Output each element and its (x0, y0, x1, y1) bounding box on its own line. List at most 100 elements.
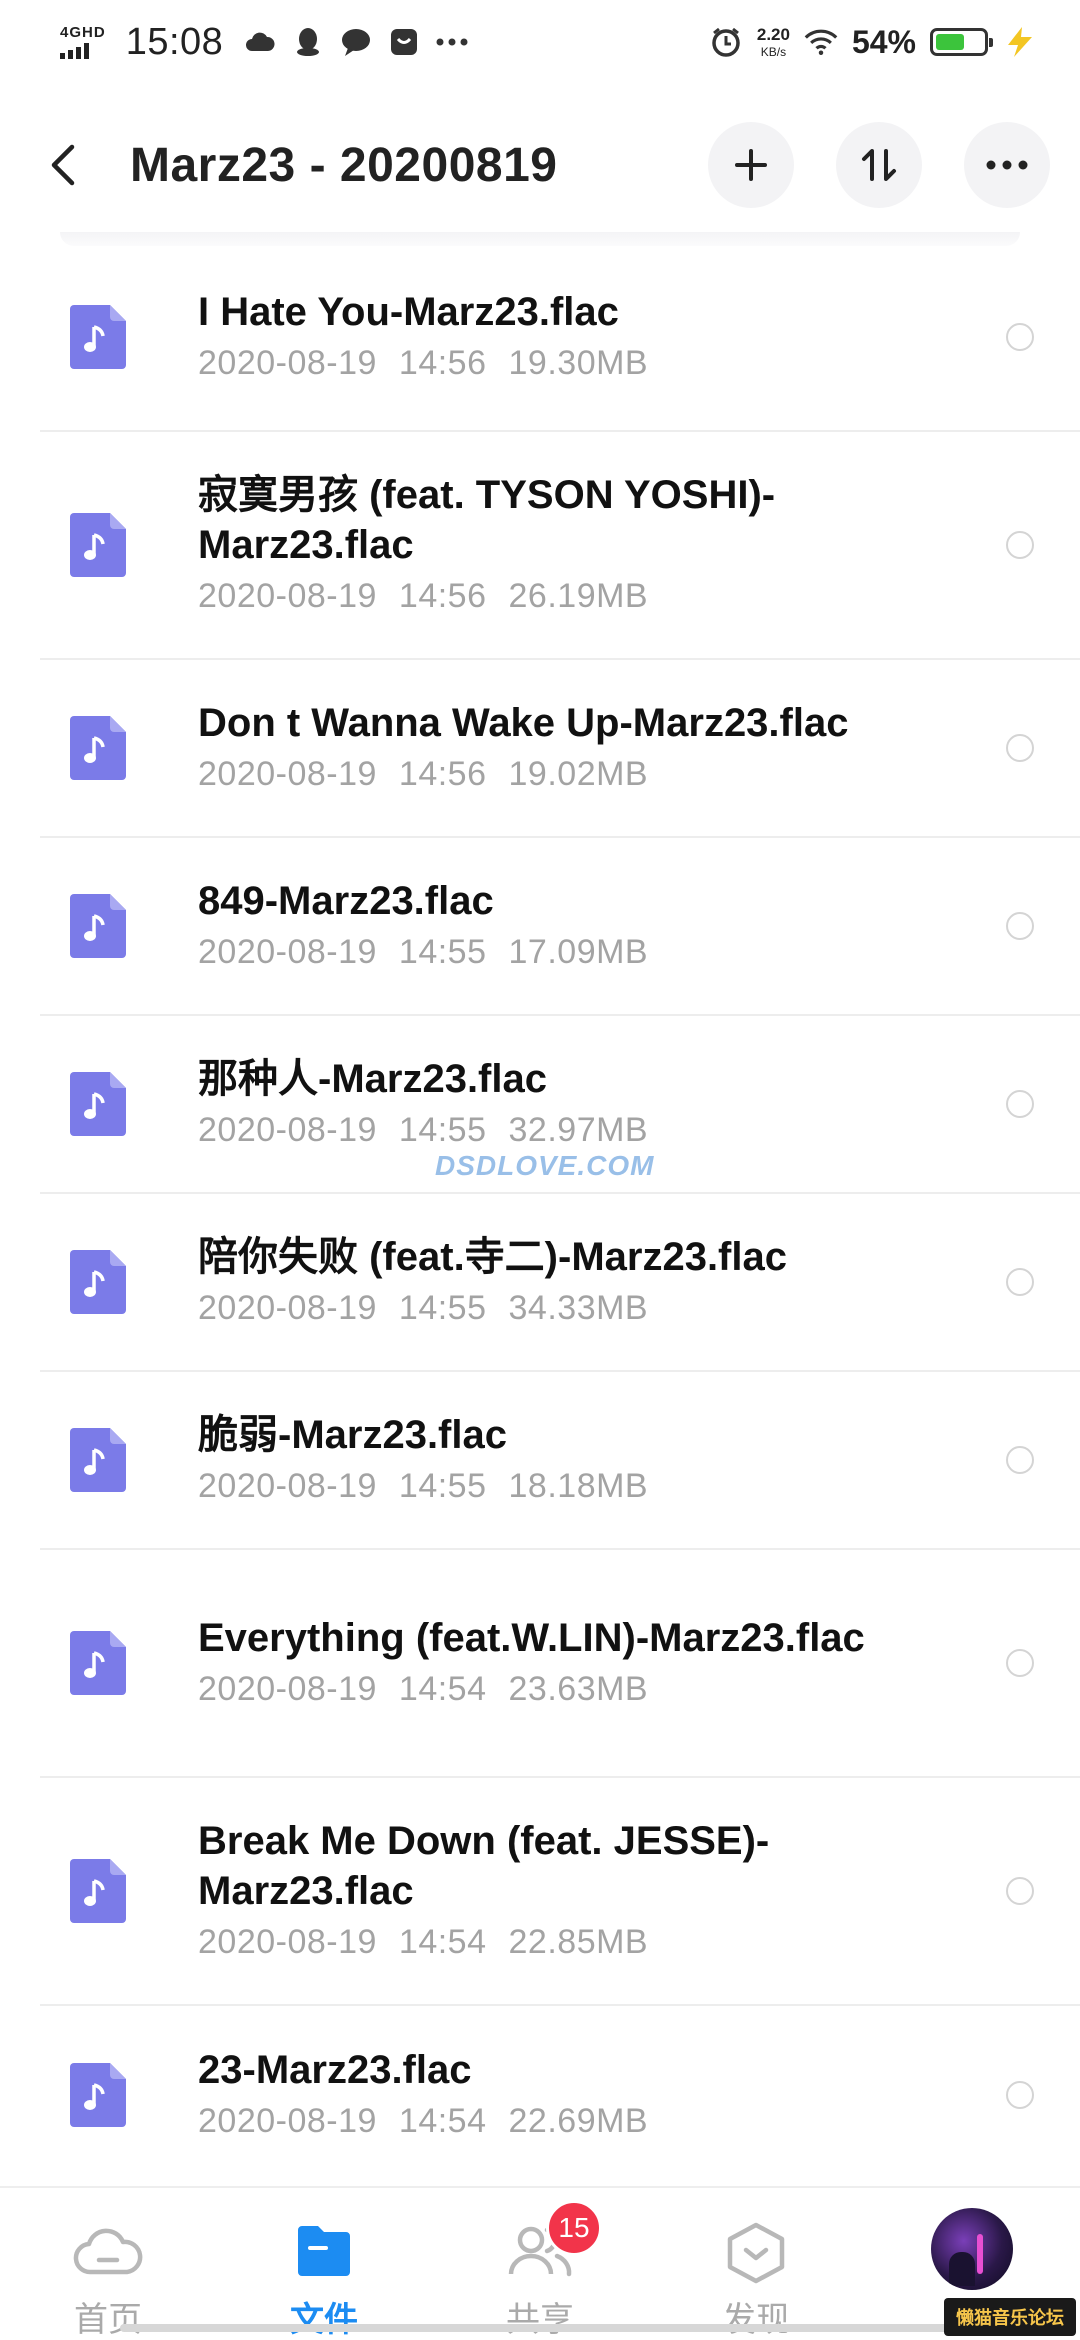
select-radio[interactable] (1006, 1090, 1034, 1118)
file-size: 17.09MB (508, 933, 649, 971)
file-size: 18.18MB (508, 1467, 649, 1505)
select-radio[interactable] (1006, 1877, 1034, 1905)
more-options-button[interactable] (964, 122, 1050, 208)
file-meta: 2020-08-19 14:56 19.30MB (198, 339, 970, 387)
clock: 15:08 (125, 20, 224, 63)
select-radio[interactable] (1006, 1268, 1034, 1296)
file-date: 2020-08-19 (198, 1289, 377, 1327)
file-name: 那种人-Marz23.flac (198, 1057, 547, 1101)
file-name: I Hate You-Marz23.flac (198, 290, 619, 334)
select-radio[interactable] (1006, 734, 1034, 762)
file-list: I Hate You-Marz23.flac 2020-08-19 14:56 19… (0, 244, 1080, 2184)
qq-icon (291, 25, 325, 59)
file-name: 寂寞男孩 (feat. TYSON YOSHI)-Marz23.flac (198, 473, 776, 567)
shopping-app-icon (387, 25, 421, 59)
file-row[interactable]: 寂寞男孩 (feat. TYSON YOSHI)-Marz23.flac 202… (40, 432, 1080, 660)
speed-unit: KB/s (760, 45, 787, 59)
select-radio[interactable] (1006, 912, 1034, 940)
file-time: 14:55 (398, 933, 487, 971)
select-radio[interactable] (1006, 1446, 1034, 1474)
file-row[interactable]: 23-Marz23.flac 2020-08-19 14:54 22.69MB (40, 2006, 1080, 2184)
file-meta: 2020-08-19 14:54 23.63MB (198, 1665, 970, 1713)
nav-item-home[interactable]: 首页 (28, 2188, 188, 2340)
cloud-icon (73, 2222, 143, 2285)
file-date: 2020-08-19 (198, 344, 377, 382)
folder-icon (294, 2222, 354, 2283)
audio-file-icon (70, 1428, 126, 1492)
file-size: 26.19MB (508, 577, 649, 615)
header-bar: Marz23 - 20200819 (0, 100, 1080, 230)
file-time: 14:55 (398, 1111, 487, 1149)
file-name: 陪你失败 (feat.寺二)-Marz23.flac (198, 1235, 787, 1279)
file-date: 2020-08-19 (198, 755, 377, 793)
more-horizontal-icon (986, 160, 1028, 170)
page-title: Marz23 - 20200819 (130, 138, 558, 192)
file-size: 32.97MB (508, 1111, 649, 1149)
file-row[interactable]: 脆弱-Marz23.flac 2020-08-19 14:55 18.18MB (40, 1372, 1080, 1550)
file-meta: 2020-08-19 14:55 17.09MB (198, 928, 970, 976)
file-time: 14:56 (398, 344, 487, 382)
file-row[interactable]: 849-Marz23.flac 2020-08-19 14:55 17.09MB (40, 838, 1080, 1016)
file-name: Break Me Down (feat. JESSE)-Marz23.flac (198, 1819, 770, 1913)
weather-app-icon (243, 25, 277, 59)
nav-item-files[interactable]: 文件 (244, 2188, 404, 2340)
file-date: 2020-08-19 (198, 1111, 377, 1149)
nav-item-share[interactable]: 15 共享 (460, 2188, 620, 2340)
file-date: 2020-08-19 (198, 1467, 377, 1505)
file-date: 2020-08-19 (198, 933, 377, 971)
file-meta: 2020-08-19 14:54 22.85MB (198, 1918, 970, 1966)
file-time: 14:56 (398, 577, 487, 615)
sort-icon (862, 149, 896, 181)
file-row[interactable]: 陪你失败 (feat.寺二)-Marz23.flac 2020-08-19 14:… (40, 1194, 1080, 1372)
select-radio[interactable] (1006, 323, 1034, 351)
file-size: 22.69MB (508, 2102, 649, 2140)
chevron-left-icon (51, 144, 75, 186)
network-type: 4GHD (60, 24, 106, 41)
fast-charging-icon (1002, 25, 1036, 59)
file-meta: 2020-08-19 14:55 32.97MB (198, 1106, 970, 1154)
file-meta: 2020-08-19 14:56 19.02MB (198, 750, 970, 798)
audio-file-icon (70, 894, 126, 958)
signal-bars-icon (60, 43, 89, 59)
nav-label-discover: 发现 (722, 2301, 790, 2339)
audio-file-icon (70, 1250, 126, 1314)
file-date: 2020-08-19 (198, 577, 377, 615)
signal-indicator: 4GHD (60, 25, 106, 59)
file-meta: 2020-08-19 14:55 18.18MB (198, 1462, 970, 1510)
nav-label-files: 文件 (290, 2301, 358, 2339)
wifi-icon (804, 25, 838, 59)
audio-file-icon (70, 1072, 126, 1136)
select-radio[interactable] (1006, 1649, 1034, 1677)
audio-file-icon (70, 2063, 126, 2127)
select-radio[interactable] (1006, 531, 1034, 559)
avatar (931, 2208, 1013, 2290)
discover-icon (726, 2222, 786, 2289)
file-row[interactable]: Break Me Down (feat. JESSE)-Marz23.flac … (40, 1778, 1080, 2006)
sort-button[interactable] (836, 122, 922, 208)
home-indicator (120, 2324, 960, 2332)
file-size: 23.63MB (508, 1670, 649, 1708)
file-date: 2020-08-19 (198, 1670, 377, 1708)
file-size: 19.30MB (508, 344, 649, 382)
file-row[interactable]: Everything (feat.W.LIN)-Marz23.flac 2020… (40, 1550, 1080, 1778)
file-time: 14:55 (398, 1289, 487, 1327)
file-time: 14:56 (398, 755, 487, 793)
select-radio[interactable] (1006, 2081, 1034, 2109)
add-button[interactable] (708, 122, 794, 208)
alarm-icon (709, 25, 743, 59)
file-size: 34.33MB (508, 1289, 649, 1327)
file-meta: 2020-08-19 14:54 22.69MB (198, 2097, 970, 2145)
file-name: Don t Wanna Wake Up-Marz23.flac (198, 701, 849, 745)
file-row[interactable]: Don t Wanna Wake Up-Marz23.flac 2020-08-… (40, 660, 1080, 838)
file-row[interactable]: I Hate You-Marz23.flac 2020-08-19 14:56 19… (40, 244, 1080, 432)
back-button[interactable] (50, 130, 100, 200)
audio-file-icon (70, 716, 126, 780)
battery-icon (930, 28, 993, 56)
file-name: Everything (feat.W.LIN)-Marz23.flac (198, 1616, 865, 1660)
file-time: 14:55 (398, 1467, 487, 1505)
app-screen: 4GHD 15:08 2.20 KB/s 54% Marz23 - 202008… (0, 0, 1080, 2340)
nav-item-discover[interactable]: 发现 (676, 2188, 836, 2340)
notification-badge: 15 (546, 2200, 602, 2256)
nav-label-home: 首页 (74, 2301, 142, 2339)
file-time: 14:54 (398, 1923, 487, 1961)
